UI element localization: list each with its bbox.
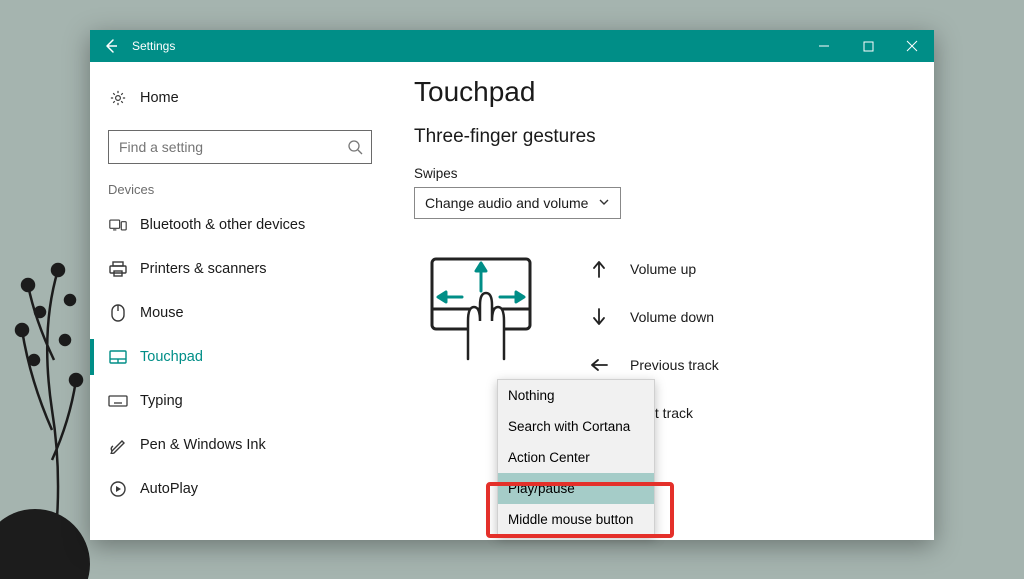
pen-icon	[108, 436, 128, 454]
minimize-button[interactable]	[802, 30, 846, 62]
gesture-label: Previous track	[630, 357, 719, 373]
touchpad-illustration	[414, 251, 548, 347]
sidebar-item-pen[interactable]: Pen & Windows Ink	[90, 423, 390, 467]
swipes-selected-value: Change audio and volume	[425, 195, 588, 211]
dropdown-option-cortana[interactable]: Search with Cortana	[498, 411, 654, 442]
settings-window: Settings Home	[90, 30, 934, 540]
mouse-icon	[108, 304, 128, 322]
sidebar-item-label: Printers & scanners	[140, 261, 267, 277]
arrow-down-icon	[588, 308, 610, 326]
sidebar-item-label: Mouse	[140, 305, 184, 321]
sidebar-item-autoplay[interactable]: AutoPlay	[90, 467, 390, 511]
dropdown-option-action-center[interactable]: Action Center	[498, 442, 654, 473]
search-input[interactable]	[119, 139, 347, 155]
content-pane: Touchpad Three-finger gestures Swipes Ch…	[390, 62, 934, 540]
home-link[interactable]: Home	[90, 76, 390, 120]
sidebar: Home Devices Bluetooth & ot	[90, 62, 390, 540]
search-box[interactable]	[108, 130, 372, 164]
sidebar-item-typing[interactable]: Typing	[90, 379, 390, 423]
window-title: Settings	[132, 39, 175, 53]
arrow-left-icon	[588, 358, 610, 372]
dropdown-option-play-pause[interactable]: Play/pause	[498, 473, 654, 504]
devices-icon	[108, 217, 128, 233]
sidebar-item-bluetooth[interactable]: Bluetooth & other devices	[90, 203, 390, 247]
gesture-volume-down: Volume down	[588, 293, 719, 341]
printer-icon	[108, 261, 128, 277]
swipes-dropdown[interactable]: Change audio and volume	[414, 187, 621, 219]
sidebar-item-printers[interactable]: Printers & scanners	[90, 247, 390, 291]
touchpad-icon	[108, 350, 128, 364]
sidebar-item-touchpad[interactable]: Touchpad	[90, 335, 390, 379]
close-button[interactable]	[890, 30, 934, 62]
sidebar-item-label: Touchpad	[140, 349, 203, 365]
gesture-volume-up: Volume up	[588, 245, 719, 293]
arrow-up-icon	[588, 260, 610, 278]
taps-dropdown-popup[interactable]: Nothing Search with Cortana Action Cente…	[497, 379, 655, 536]
sidebar-item-mouse[interactable]: Mouse	[90, 291, 390, 335]
keyboard-icon	[108, 395, 128, 407]
gear-icon	[108, 89, 128, 107]
autoplay-icon	[108, 481, 128, 497]
titlebar: Settings	[90, 30, 934, 62]
dropdown-option-nothing[interactable]: Nothing	[498, 380, 654, 411]
chevron-down-icon	[598, 195, 610, 211]
sidebar-item-label: AutoPlay	[140, 481, 198, 497]
sidebar-item-label: Typing	[140, 393, 183, 409]
page-title: Touchpad	[414, 76, 910, 108]
dropdown-option-middle-mouse[interactable]: Middle mouse button	[498, 504, 654, 535]
section-heading: Three-finger gestures	[414, 126, 910, 148]
back-button[interactable]	[90, 30, 132, 62]
maximize-button[interactable]	[846, 30, 890, 62]
home-label: Home	[140, 90, 179, 106]
sidebar-section-label: Devices	[90, 182, 390, 197]
gesture-label: Volume up	[630, 261, 696, 277]
sidebar-item-label: Pen & Windows Ink	[140, 437, 266, 453]
search-icon	[347, 139, 363, 155]
gesture-label: Volume down	[630, 309, 714, 325]
swipes-label: Swipes	[414, 166, 910, 181]
sidebar-item-label: Bluetooth & other devices	[140, 217, 305, 233]
